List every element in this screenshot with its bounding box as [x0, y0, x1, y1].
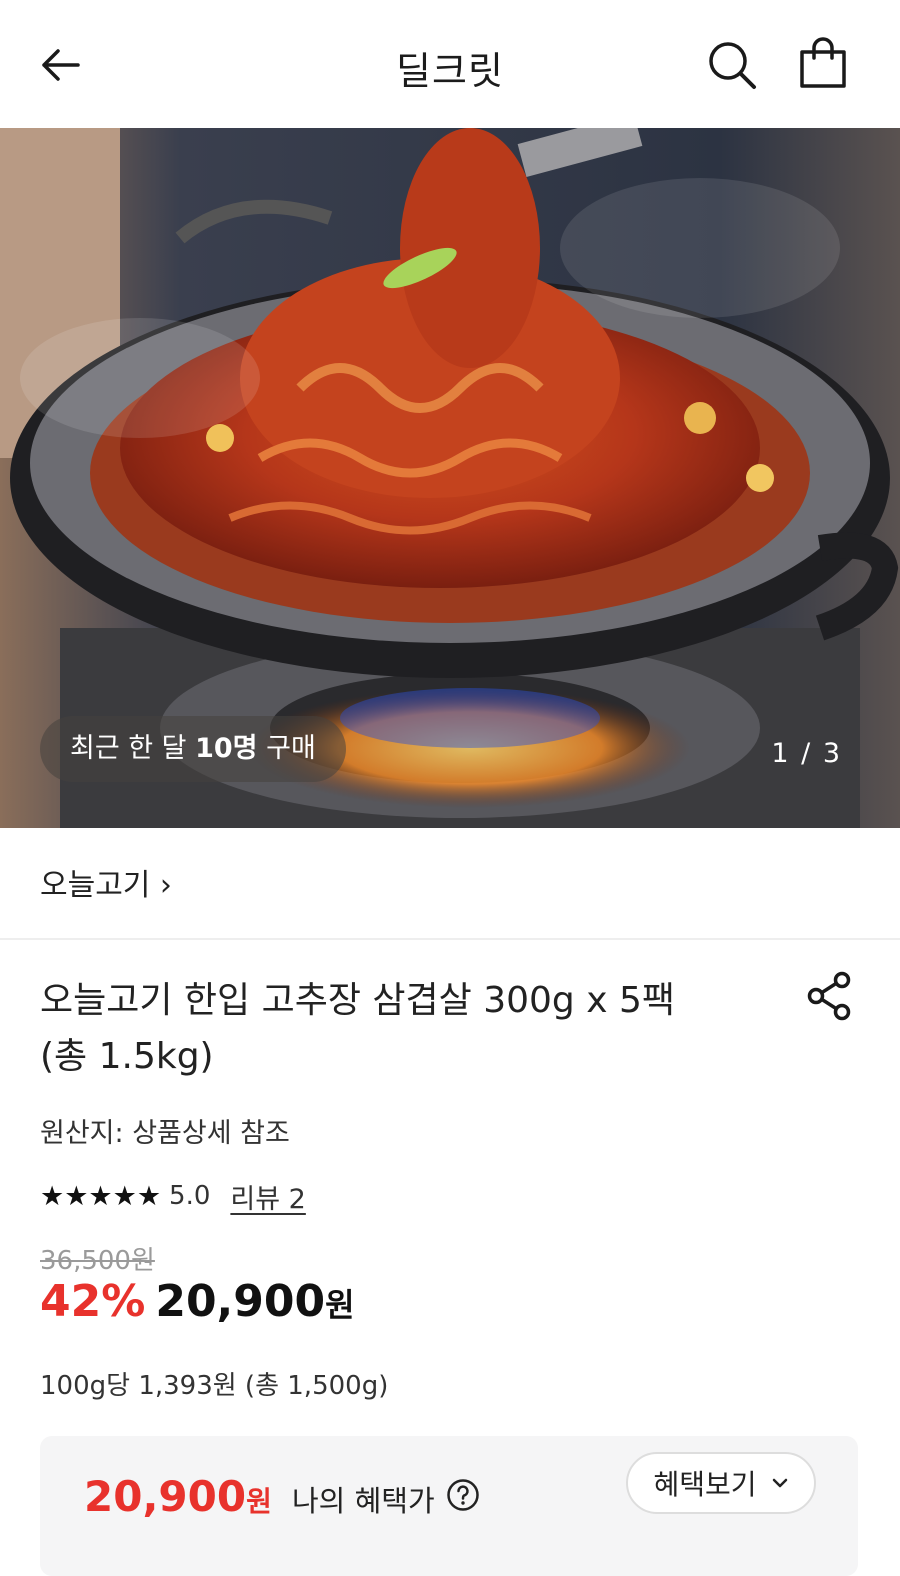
unit-price: 100g당 1,393원 (총 1,500g): [40, 1371, 389, 1401]
benefit-price: 20,900원: [84, 1472, 272, 1521]
image-pager: 1 / 3: [771, 738, 842, 769]
product-title-line1: 오늘고기 한입 고추장 삼겹살 300g x 5팩: [40, 980, 675, 1021]
top-app-bar: 딜크릿: [0, 0, 900, 128]
rating-score: 5.0: [169, 1181, 211, 1211]
benefit-price-box: 20,900원 나의 혜택가 혜택보기: [40, 1436, 858, 1576]
product-title: 오늘고기 한입 고추장 삼겹살 300g x 5팩 (총 1.5kg): [40, 973, 760, 1085]
view-benefits-label: 혜택보기: [653, 1468, 757, 1501]
benefit-label: 나의 혜택가: [292, 1484, 435, 1518]
brand-link[interactable]: 오늘고기 ›: [40, 860, 172, 904]
page-title: 딜크릿: [396, 49, 504, 93]
origin-info: 원산지: 상품상세 참조: [40, 1118, 290, 1149]
product-image-carousel[interactable]: 최근 한 달 10명 구매 1 / 3: [0, 128, 900, 828]
sale-price: 20,900: [155, 1276, 326, 1327]
original-price: 36,500원: [40, 1246, 155, 1276]
star-rating-icon: ★★★★★: [40, 1180, 162, 1212]
help-icon[interactable]: [446, 1478, 480, 1512]
sale-price-unit: 원: [325, 1286, 355, 1324]
divider: [0, 938, 900, 940]
rating-row: ★★★★★ 5.0 리뷰 2: [40, 1176, 306, 1216]
review-link[interactable]: 리뷰 2: [230, 1177, 305, 1216]
shopping-bag-icon[interactable]: [796, 36, 850, 90]
discount-rate: 42%: [40, 1276, 146, 1327]
share-icon[interactable]: [804, 970, 856, 1022]
product-title-line2: (총 1.5kg): [40, 1036, 214, 1077]
view-benefits-button[interactable]: 혜택보기: [626, 1452, 816, 1514]
recent-buyers-badge: 최근 한 달 10명 구매: [40, 716, 346, 782]
chevron-down-icon: [772, 1478, 787, 1488]
price-row: 42% 20,900 원: [40, 1276, 355, 1327]
search-icon[interactable]: [705, 38, 759, 92]
